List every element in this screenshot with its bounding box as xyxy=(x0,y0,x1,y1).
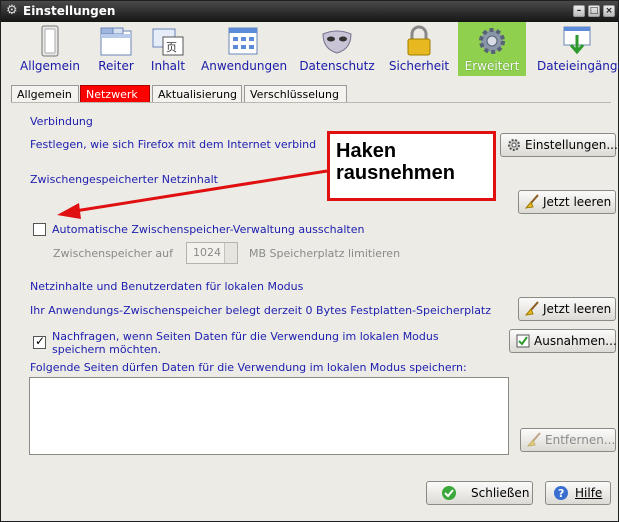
offline-ask-label-line2: speichern möchten. xyxy=(52,343,162,356)
exceptions-label: Ausnahmen... xyxy=(534,334,617,348)
close-window-button[interactable]: × xyxy=(603,5,615,17)
toolbar-item-allgemein[interactable]: Allgemein xyxy=(15,22,85,76)
close-label: Schließen xyxy=(471,486,530,500)
cache-heading: Zwischengespeicherter Netzinhalt xyxy=(30,173,218,186)
window-title: Einstellungen xyxy=(23,4,116,18)
toolbar-item-inhalt[interactable]: 页 Inhalt xyxy=(145,22,191,76)
title-bar[interactable]: ⚙ Einstellungen – □ × xyxy=(1,1,618,22)
padlock-icon xyxy=(407,25,431,56)
auto-cache-label: Automatische Zwischenspeicher-Verwaltung… xyxy=(52,223,365,236)
cache-clear-label: Jetzt leeren xyxy=(543,195,612,209)
remove-label: Entfernen... xyxy=(545,433,616,447)
offline-clear-label: Jetzt leeren xyxy=(543,302,612,316)
offline-usage-text: Ihr Anwendungs-Zwischenspeicher belegt d… xyxy=(30,304,492,317)
gear-icon xyxy=(508,139,520,151)
connection-description: Festlegen, wie sich Firefox mit dem Inte… xyxy=(30,138,317,151)
svg-text:页: 页 xyxy=(166,41,177,54)
broom-icon xyxy=(524,301,539,316)
close-button[interactable]: Schließen xyxy=(426,481,533,505)
connection-settings-button[interactable]: Einstellungen... xyxy=(500,133,618,157)
checklist-icon xyxy=(516,334,530,348)
toolbar-item-sicherheit[interactable]: Sicherheit xyxy=(386,22,452,76)
toolbar-item-dateieingaenge[interactable]: Dateieingänge xyxy=(537,22,619,76)
toolbar-item-datenschutz[interactable]: Datenschutz xyxy=(295,22,379,76)
svg-text:?: ? xyxy=(558,487,564,500)
offline-ask-checkbox[interactable] xyxy=(33,334,46,349)
annotation-text-line1: Haken xyxy=(336,140,397,162)
privacy-mask-icon xyxy=(322,30,352,54)
exceptions-button[interactable]: Ausnahmen... xyxy=(509,329,617,353)
minimize-button[interactable]: – xyxy=(573,5,585,17)
maximize-button[interactable]: □ xyxy=(588,5,600,17)
cache-limit-value: 1024 xyxy=(193,246,221,259)
light-switch-icon xyxy=(41,25,59,57)
annotation-callout: Haken rausnehmen xyxy=(327,131,496,201)
auto-cache-checkbox[interactable] xyxy=(33,223,46,236)
connection-settings-label: Einstellungen... xyxy=(525,138,618,152)
offline-sites-list[interactable] xyxy=(29,377,509,455)
cache-clear-button[interactable]: Jetzt leeren xyxy=(518,190,616,214)
downloads-icon xyxy=(563,26,591,55)
offline-clear-button[interactable]: Jetzt leeren xyxy=(518,297,616,321)
subtab-allgemein[interactable]: Allgemein xyxy=(11,85,79,102)
cache-limit-label: Zwischenspeicher auf xyxy=(53,247,174,260)
category-toolbar: Allgemein Reiter 页 Inhalt Anwendungen Da… xyxy=(1,22,619,76)
content-page-icon: 页 xyxy=(152,28,184,56)
applications-icon xyxy=(228,27,258,55)
offline-list-label: Folgende Seiten dürfen Daten für die Ver… xyxy=(30,361,467,374)
gear-icon: ⚙ xyxy=(6,3,18,18)
preferences-window: ⚙ Einstellungen – □ × Allgemein Reiter 页… xyxy=(0,0,619,522)
toolbar-item-anwendungen[interactable]: Anwendungen xyxy=(201,22,287,76)
tabs-window-icon xyxy=(100,27,132,56)
connection-heading: Verbindung xyxy=(30,115,93,128)
toolbar-item-erweitert[interactable]: Erweitert xyxy=(458,22,526,76)
cache-limit-spinner[interactable]: 1024 xyxy=(186,242,238,264)
broom-icon xyxy=(524,194,539,209)
offline-ask-label-line1: Nachfragen, wenn Seiten Daten für die Ve… xyxy=(52,330,439,343)
help-label: Hilfe xyxy=(575,486,603,500)
toolbar-item-reiter[interactable]: Reiter xyxy=(89,22,143,76)
help-icon: ? xyxy=(554,486,568,500)
annotation-text-line2: rausnehmen xyxy=(336,162,455,184)
subtab-netzwerk[interactable]: Netzwerk xyxy=(80,85,150,102)
help-button[interactable]: ? Hilfe xyxy=(545,481,611,505)
subtab-verschluesselung[interactable]: Verschlüsselung xyxy=(244,85,347,102)
cache-limit-suffix: MB Speicherplatz limitieren xyxy=(249,247,401,260)
cog-icon xyxy=(479,28,505,54)
remove-button[interactable]: Entfernen... xyxy=(520,428,616,452)
offline-heading: Netzinhalte und Benutzerdaten für lokale… xyxy=(30,280,304,293)
subtab-aktualisierung[interactable]: Aktualisierung xyxy=(152,85,242,102)
spinner-arrows-icon[interactable] xyxy=(224,243,237,263)
broom-icon xyxy=(526,432,541,447)
green-check-icon xyxy=(442,486,456,500)
